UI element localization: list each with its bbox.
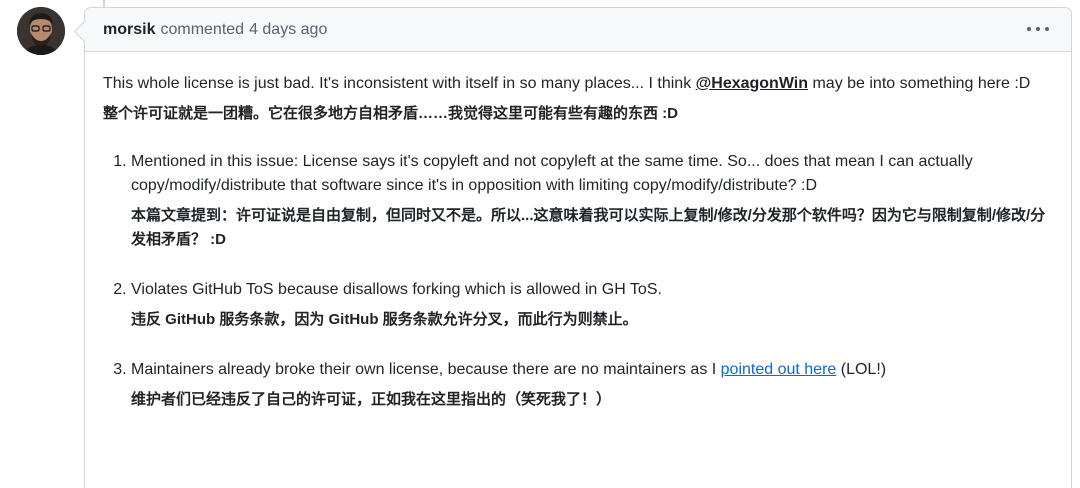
list-item: Maintainers already broke their own lice… bbox=[131, 358, 1053, 412]
avatar-image bbox=[17, 7, 65, 55]
list-item-translation: 本篇文章提到：许可证说是自由复制，但同时又不是。所以...这意味着我可以实际上复… bbox=[131, 207, 1046, 248]
comment-body: This whole license is just bad. It's inc… bbox=[85, 52, 1071, 412]
intro-text-before: This whole license is just bad. It's inc… bbox=[103, 75, 696, 92]
issue-list: Mentioned in this issue: License says it… bbox=[103, 150, 1053, 412]
avatar[interactable] bbox=[17, 7, 65, 55]
list-item: Mentioned in this issue: License says it… bbox=[131, 150, 1053, 252]
list-item-translation: 维护者们已经违反了自己的许可证，正如我在这里指出的（笑死我了！） bbox=[131, 391, 612, 408]
comment-author[interactable]: morsik bbox=[103, 21, 155, 39]
list-item-text-after: (LOL!) bbox=[836, 361, 887, 378]
list-item-text: Violates GitHub ToS because disallows fo… bbox=[131, 281, 662, 298]
intro-text-after: may be into something here :D bbox=[808, 75, 1031, 92]
list-item: Violates GitHub ToS because disallows fo… bbox=[131, 278, 1053, 332]
pointed-out-here-link[interactable]: pointed out here bbox=[721, 361, 837, 378]
intro-translation: 整个许可证就是一团糟。它在很多地方自相矛盾……我觉得这里可能有些有趣的东西 :D bbox=[103, 105, 678, 122]
mention-link[interactable]: @HexagonWin bbox=[696, 75, 808, 92]
comment-action: commented bbox=[160, 20, 245, 38]
list-item-translation: 违反 GitHub 服务条款，因为 GitHub 服务条款允许分叉，而此行为则禁… bbox=[131, 311, 638, 328]
intro-paragraph: This whole license is just bad. It's inc… bbox=[103, 72, 1053, 96]
kebab-horizontal-icon[interactable] bbox=[1027, 21, 1049, 37]
list-item-text: Mentioned in this issue: License says it… bbox=[131, 153, 973, 194]
comment-header: morsik commented 4 days ago bbox=[85, 8, 1071, 52]
comment-box: morsik commented 4 days ago This whole l… bbox=[84, 7, 1072, 488]
list-item-text-before: Maintainers already broke their own lice… bbox=[131, 361, 721, 378]
comment-timestamp[interactable]: 4 days ago bbox=[249, 21, 327, 39]
